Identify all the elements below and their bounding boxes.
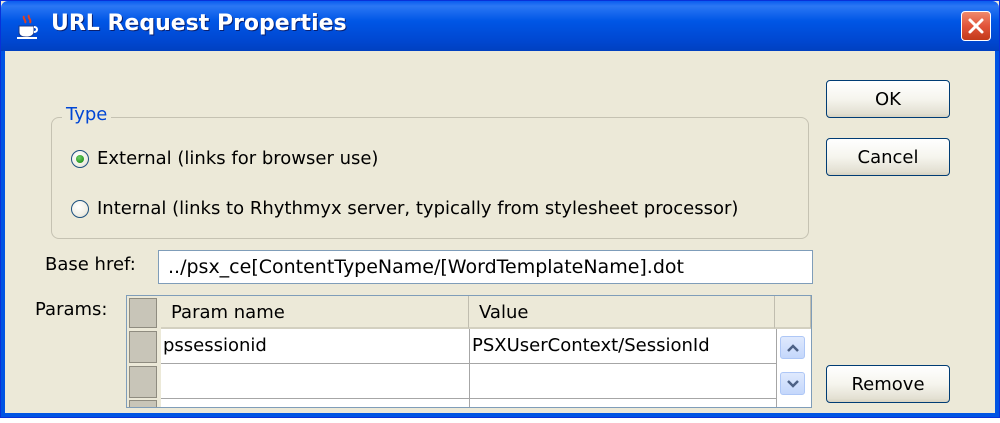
scroll-down-button[interactable] — [780, 372, 805, 395]
radio-external-button[interactable] — [71, 149, 89, 168]
close-button[interactable] — [961, 11, 991, 41]
chevron-down-icon — [786, 379, 799, 388]
table-cell-value[interactable]: PSXUserContext/SessionId — [470, 329, 777, 364]
column-header-value[interactable]: Value — [469, 296, 775, 329]
radio-internal-button[interactable] — [71, 199, 89, 218]
base-href-input[interactable]: ../psx_ce[ContentTypeName/[WordTemplateN… — [158, 250, 813, 284]
close-icon — [968, 18, 984, 34]
table-cell-param-name[interactable]: pssessionid — [161, 329, 470, 364]
column-header-param-name[interactable]: Param name — [161, 296, 469, 329]
ok-button[interactable]: OK — [826, 80, 950, 118]
window-frame-left — [1, 51, 5, 417]
row-header-column — [127, 296, 161, 407]
window-title: URL Request Properties — [51, 11, 347, 36]
scroll-up-button[interactable] — [780, 336, 805, 359]
remove-button[interactable]: Remove — [826, 365, 950, 403]
cancel-button[interactable]: Cancel — [826, 138, 950, 176]
table-cell-param-name[interactable] — [161, 364, 470, 399]
params-table: Param name Value pssessionid PSXUserCont… — [126, 295, 812, 408]
table-cell-param-name[interactable] — [161, 399, 470, 407]
type-group-label: Type — [62, 104, 112, 126]
table-cell-value[interactable] — [470, 364, 777, 399]
type-groupbox — [51, 117, 809, 239]
title-bar[interactable]: URL Request Properties — [1, 1, 999, 51]
row-header-3[interactable] — [129, 400, 157, 407]
corner-header[interactable] — [129, 298, 157, 328]
table-cell-value[interactable] — [470, 399, 777, 407]
column-header-filler — [775, 296, 811, 329]
radio-internal-label: Internal (links to Rhythmyx server, typi… — [97, 198, 739, 219]
radio-internal[interactable]: Internal (links to Rhythmyx server, typi… — [71, 198, 738, 219]
java-cup-icon — [15, 14, 41, 40]
dialog-window: URL Request Properties Type External (li… — [0, 0, 1000, 418]
base-href-label: Base href: — [45, 254, 136, 275]
params-label: Params: — [35, 299, 108, 320]
row-header-1[interactable] — [129, 331, 157, 363]
radio-external[interactable]: External (links for browser use) — [71, 148, 378, 169]
window-frame-right — [995, 51, 999, 417]
row-header-2[interactable] — [129, 366, 157, 398]
chevron-up-icon — [786, 343, 799, 352]
radio-external-label: External (links for browser use) — [97, 148, 379, 169]
window-frame-bottom — [1, 413, 999, 417]
